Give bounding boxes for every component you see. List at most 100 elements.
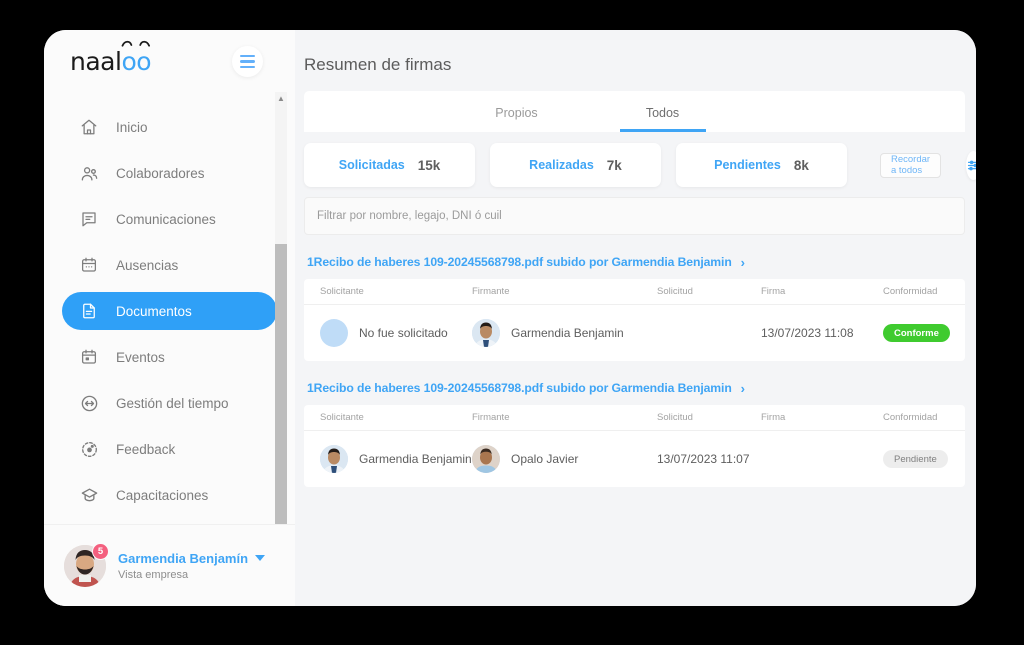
status-badge: Pendiente	[883, 450, 948, 468]
calendar-event-icon	[78, 346, 100, 368]
app-window: naal oo Inicio Colaboradores Comunicacio…	[44, 30, 976, 606]
firmante-text: Opalo Javier	[511, 452, 579, 466]
sidebar-item-feedback[interactable]: Feedback	[62, 430, 277, 468]
stat-card-pendientes[interactable]: Pendientes 8k	[676, 143, 847, 187]
signatures-table-1: Solicitante Firmante Solicitud Firma Con…	[304, 279, 965, 361]
sidebar: naal oo Inicio Colaboradores Comunicacio…	[44, 30, 295, 606]
sidebar-nav-list: Inicio Colaboradores Comunicaciones Ause…	[44, 92, 295, 554]
message-icon	[78, 208, 100, 230]
cell-firmante: Garmendia Benjamin	[472, 319, 657, 347]
stat-card-realizadas[interactable]: Realizadas 7k	[490, 143, 661, 187]
sidebar-item-ausencias[interactable]: Ausencias	[62, 246, 277, 284]
column-header-solicitud: Solicitud	[657, 286, 693, 297]
firmante-text: Garmendia Benjamin	[511, 326, 624, 340]
group-title: 1Recibo de haberes 109-20245568798.pdf s…	[307, 255, 732, 269]
scrollbar-thumb[interactable]	[275, 244, 287, 540]
sidebar-item-documentos[interactable]: Documentos	[62, 292, 277, 330]
column-header-conformidad: Conformidad	[883, 286, 938, 297]
column-header-conformidad: Conformidad	[883, 412, 938, 423]
stats-row: Solicitadas 15k Realizadas 7k Pendientes…	[304, 143, 976, 187]
sliders-filter-icon[interactable]	[966, 150, 976, 180]
sidebar-item-label: Colaboradores	[116, 165, 205, 181]
document-group-2: 1Recibo de haberes 109-20245568798.pdf s…	[304, 375, 965, 487]
sidebar-item-label: Ausencias	[116, 257, 179, 273]
hamburger-menu-icon[interactable]	[232, 46, 263, 77]
tabs-bar: Propios Todos	[304, 91, 965, 132]
notification-badge: 5	[92, 542, 109, 560]
main-content: Resumen de firmas Propios Todos Solicita…	[295, 30, 976, 606]
stat-label: Realizadas	[529, 158, 594, 172]
filter-search-card[interactable]	[304, 197, 965, 235]
table-header-row: Solicitante Firmante Solicitud Firma Con…	[304, 405, 965, 431]
profile-name-row[interactable]: Garmendia Benjamín	[118, 550, 266, 566]
table-row[interactable]: No fue solicitado Garmendia Benjamin 13/…	[304, 305, 965, 361]
sidebar-item-label: Comunicaciones	[116, 211, 216, 227]
cell-solicitante: Garmendia Benjamin	[304, 445, 472, 473]
chevron-right-icon[interactable]: ›	[741, 256, 745, 269]
avatar-illustration-icon	[320, 445, 348, 473]
status-badge: Conforme	[883, 324, 950, 342]
sidebar-item-inicio[interactable]: Inicio	[62, 108, 277, 146]
stat-value: 7k	[606, 157, 622, 173]
cell-solicitante: No fue solicitado	[304, 319, 472, 347]
people-icon	[78, 162, 100, 184]
scroll-up-arrow-icon[interactable]: ▲	[275, 92, 287, 105]
profile-subtitle: Vista empresa	[118, 568, 189, 581]
avatar-wrap: 5	[64, 542, 109, 587]
sidebar-nav-scroll: Inicio Colaboradores Comunicaciones Ause…	[44, 92, 295, 554]
group-title: 1Recibo de haberes 109-20245568798.pdf s…	[307, 381, 732, 395]
logo-text-accent: oo	[121, 46, 152, 76]
avatar-illustration-icon	[472, 445, 500, 473]
calendar-icon	[78, 254, 100, 276]
profile-name: Garmendia Benjamín	[118, 550, 249, 566]
remind-all-button[interactable]: Recordar a todos	[880, 152, 942, 178]
solicitante-text: No fue solicitado	[359, 326, 448, 340]
document-group-1: 1Recibo de haberes 109-20245568798.pdf s…	[304, 249, 965, 361]
search-input[interactable]	[317, 210, 900, 222]
page-title: Resumen de firmas	[304, 55, 452, 74]
sidebar-item-comunicaciones[interactable]: Comunicaciones	[62, 200, 277, 238]
document-icon	[78, 300, 100, 322]
user-profile[interactable]: 5 Garmendia Benjamín Vista empresa	[44, 524, 295, 606]
column-header-solicitante: Solicitante	[320, 286, 364, 297]
sidebar-scrollbar[interactable]: ▲ ▼	[275, 92, 287, 554]
sidebar-item-label: Inicio	[116, 119, 148, 135]
sidebar-item-label: Documentos	[116, 303, 192, 319]
graduation-cap-icon	[78, 484, 100, 506]
cell-firma: 13/07/2023 11:08	[761, 326, 854, 340]
app-logo[interactable]: naal oo	[70, 40, 152, 76]
tabs-inner: Propios Todos	[474, 106, 796, 132]
column-header-firmante: Firmante	[472, 412, 510, 423]
time-icon	[78, 392, 100, 414]
logo-text-primary: naal	[70, 46, 122, 76]
group-header[interactable]: 1Recibo de haberes 109-20245568798.pdf s…	[304, 375, 965, 405]
stat-label: Pendientes	[714, 158, 781, 172]
tab-propios[interactable]: Propios	[474, 106, 560, 132]
sidebar-item-capacitaciones[interactable]: Capacitaciones	[62, 476, 277, 514]
solicitante-text: Garmendia Benjamin	[359, 452, 472, 466]
sidebar-item-gestion-del-tiempo[interactable]: Gestión del tiempo	[62, 384, 277, 422]
chevron-right-icon[interactable]: ›	[741, 382, 745, 395]
cell-firmante: Opalo Javier	[472, 445, 657, 473]
sidebar-item-colaboradores[interactable]: Colaboradores	[62, 154, 277, 192]
logo-eyebrow-icon	[122, 40, 151, 47]
stat-card-solicitadas[interactable]: Solicitadas 15k	[304, 143, 475, 187]
group-header[interactable]: 1Recibo de haberes 109-20245568798.pdf s…	[304, 249, 965, 279]
signatures-table-2: Solicitante Firmante Solicitud Firma Con…	[304, 405, 965, 487]
tab-todos[interactable]: Todos	[619, 106, 706, 132]
column-header-firmante: Firmante	[472, 286, 510, 297]
table-row[interactable]: Garmendia Benjamin Opalo Javier 13/07/20…	[304, 431, 965, 487]
column-header-firma: Firma	[761, 286, 786, 297]
brand-row: naal oo	[44, 30, 295, 92]
sidebar-item-label: Feedback	[116, 441, 176, 457]
stat-label: Solicitadas	[338, 158, 405, 172]
column-header-solicitud: Solicitud	[657, 412, 693, 423]
chevron-down-icon[interactable]	[255, 555, 266, 561]
blank-avatar	[320, 319, 348, 347]
column-header-solicitante: Solicitante	[320, 412, 364, 423]
home-icon	[78, 116, 100, 138]
profile-text: Garmendia Benjamín Vista empresa	[118, 550, 266, 581]
cell-conformidad: Conforme	[883, 324, 965, 342]
cell-solicitud: 13/07/2023 11:07	[657, 452, 750, 466]
sidebar-item-eventos[interactable]: Eventos	[62, 338, 277, 376]
